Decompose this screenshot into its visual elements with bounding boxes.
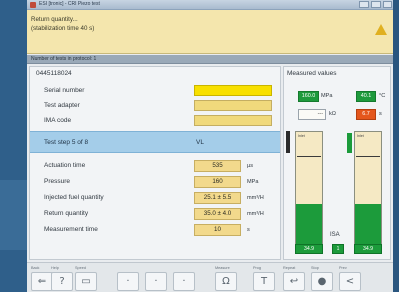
return-quantity-unit: mm³/H xyxy=(247,211,264,217)
measurement-time-label: Measurement time xyxy=(44,226,98,233)
keyboard-icon[interactable]: ▭ xyxy=(75,272,97,291)
pressure-readout: 160.0 xyxy=(298,91,319,102)
toolbar-caption-8: Repeat xyxy=(283,266,296,270)
right-gauge-fill xyxy=(355,203,381,248)
app-icon xyxy=(30,2,36,8)
return-quantity-label: Return quantity xyxy=(44,210,89,217)
previous-icon[interactable]: < xyxy=(339,272,361,291)
measurement-time-unit: s xyxy=(247,227,250,233)
screen: ESI [tronic] - CRI Piezo test Return qua… xyxy=(0,0,399,292)
actuation-time-value: 535 xyxy=(194,160,241,172)
center-value: 1 xyxy=(332,244,344,254)
measurement-time-value: 10 xyxy=(194,224,241,236)
app-window: ESI [tronic] - CRI Piezo test Return qua… xyxy=(27,0,393,292)
status-readout: 6.7 xyxy=(356,109,376,120)
right-gauge-marker xyxy=(356,156,380,157)
program-icon[interactable]: T xyxy=(253,272,275,291)
injected-fuel-unit: mm³/H xyxy=(247,195,264,201)
instruction-line-1: Return quantity... xyxy=(31,16,78,23)
toolbar-caption-10: Prev xyxy=(339,266,347,270)
part-number: 0445118024 xyxy=(36,70,72,77)
temperature-thermometer-icon xyxy=(286,131,290,153)
injected-fuel-value: 25.1 ± 5.5 xyxy=(194,192,241,204)
close-button[interactable] xyxy=(383,1,392,8)
right-gauge-label: Inlet xyxy=(357,134,364,138)
toolbar-caption-9: Stop xyxy=(311,266,319,270)
test-step-label: Test step 5 of 8 xyxy=(44,139,89,146)
resistance-icon[interactable]: Ω xyxy=(215,272,237,291)
ima-code-label: IMA code xyxy=(44,117,72,124)
serial-number-field[interactable] xyxy=(194,85,272,96)
return-quantity-value: 35.0 ± 4.0 xyxy=(194,208,241,220)
help-icon[interactable]: ? xyxy=(51,272,73,291)
pressure-readout-unit: MPa xyxy=(321,93,333,99)
empty-slot-icon[interactable]: · xyxy=(145,272,167,291)
toolbar-caption-2: Speed xyxy=(75,266,86,270)
pressure-value: 160 xyxy=(194,176,241,188)
measured-values-panel: Measured values 160.0 MPa 40.1 °C --- kΩ… xyxy=(283,66,391,260)
desktop-right-edge xyxy=(392,0,399,292)
left-gauge-fill xyxy=(296,203,322,248)
test-adapter-label: Test adapter xyxy=(44,102,80,109)
maximize-button[interactable] xyxy=(371,1,381,8)
empty-slot-icon[interactable]: · xyxy=(173,272,195,291)
level-indicator-icon xyxy=(347,133,352,153)
pressure-label: Pressure xyxy=(44,178,71,185)
window-title: ESI [tronic] - CRI Piezo test xyxy=(39,1,100,7)
toolbar-caption-7: Prog xyxy=(253,266,262,270)
test-data-panel: 0445118024 Serial number Test adapter IM… xyxy=(29,66,281,260)
serial-number-label: Serial number xyxy=(44,87,85,94)
temperature-readout-unit: °C xyxy=(379,93,386,99)
toolbar-caption-1: Help xyxy=(51,266,59,270)
test-step-band: Test step 5 of 8 VL xyxy=(30,131,280,153)
left-gauge-readout: 34.9 xyxy=(295,244,323,254)
toolbar-caption-6: Measure xyxy=(215,266,230,270)
repeat-icon[interactable]: ↩ xyxy=(283,272,305,291)
function-key-toolbar: Back ⇐ Help? Speed ▭ · · · Measure Ω Prog T Repeat ↩ S… xyxy=(27,262,393,292)
test-step-value: VL xyxy=(196,139,204,146)
measured-values-title: Measured values xyxy=(287,70,337,77)
warning-icon xyxy=(375,24,387,35)
actuation-time-label: Actuation time xyxy=(44,162,86,169)
actuation-time-unit: µs xyxy=(247,163,254,169)
right-flow-gauge: Inlet xyxy=(354,131,382,249)
back-icon[interactable]: ⇐ xyxy=(31,272,53,291)
resistance-readout: --- xyxy=(298,109,326,120)
test-adapter-field[interactable] xyxy=(194,100,272,111)
instruction-line-2: (stabilization time 40 s) xyxy=(31,25,95,32)
toolbar-caption-0: Back xyxy=(31,266,40,270)
center-label: ISA xyxy=(330,232,340,238)
right-gauge-readout: 34.9 xyxy=(354,244,382,254)
title-bar: ESI [tronic] - CRI Piezo test xyxy=(27,0,393,10)
status-readout-unit: s xyxy=(379,111,382,117)
injected-fuel-label: Injected fuel quantity xyxy=(44,194,104,201)
minimize-button[interactable] xyxy=(359,1,369,8)
resistance-readout-unit: kΩ xyxy=(329,111,336,117)
left-gauge-label: Inlet xyxy=(298,134,305,138)
protocol-info-bar: Number of tests in protocol: 1 xyxy=(27,55,393,64)
left-gauge-marker xyxy=(297,156,321,157)
desktop-left-highlight xyxy=(0,180,27,250)
empty-slot-icon[interactable]: · xyxy=(117,272,139,291)
protocol-info-text: Number of tests in protocol: 1 xyxy=(31,56,97,62)
left-flow-gauge: Inlet xyxy=(295,131,323,249)
ima-code-field[interactable] xyxy=(194,115,272,126)
temperature-readout: 40.1 xyxy=(356,91,376,102)
pressure-unit: MPa xyxy=(247,179,259,185)
stop-icon[interactable]: ● xyxy=(311,272,333,291)
instruction-banner: Return quantity... (stabilization time 4… xyxy=(27,10,393,54)
